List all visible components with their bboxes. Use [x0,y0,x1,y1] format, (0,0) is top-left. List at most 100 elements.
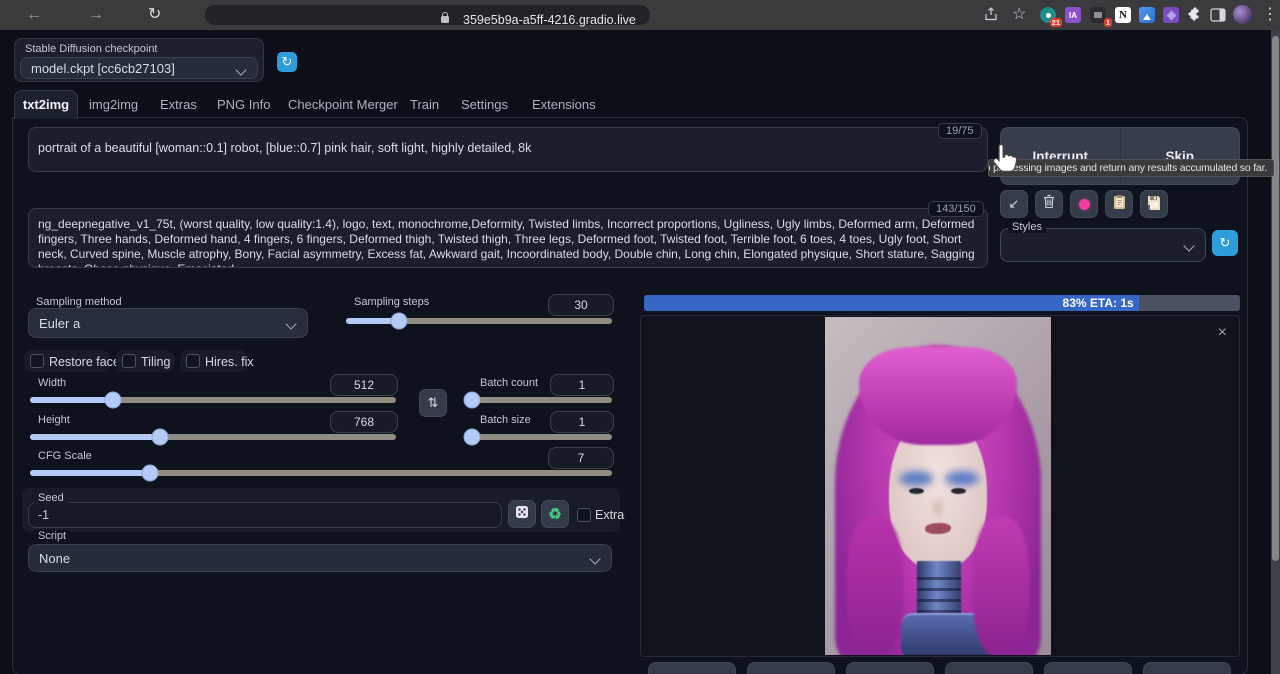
output-action-button-3[interactable] [846,662,934,674]
height-slider[interactable] [30,434,396,440]
tab-png-info[interactable]: PNG Info [217,97,270,112]
share-icon[interactable] [983,6,999,29]
width-slider[interactable] [30,397,396,403]
random-seed-button[interactable] [508,500,536,528]
reuse-seed-button[interactable]: ♻ [541,500,569,528]
interrupt-tooltip: Stop processing images and return any re… [988,159,1274,177]
reload-icon[interactable]: ↻ [148,4,161,26]
slider-handle[interactable] [463,392,480,409]
chevron-down-icon [589,554,600,565]
chevron-down-icon [235,64,246,75]
clear-prompt-button[interactable] [1035,190,1063,218]
sampling-steps-slider[interactable] [346,318,612,324]
arrow-down-left-icon: ↙ [1009,196,1020,212]
swap-dimensions-button[interactable]: ⇅ [419,389,447,417]
dice-icon [515,505,529,524]
styles-refresh-button[interactable]: ↻ [1212,230,1238,256]
forward-icon[interactable]: → [88,4,104,26]
restore-faces-checkbox[interactable] [30,354,44,368]
sidebar-toggle-icon[interactable] [1210,7,1226,29]
output-action-button-2[interactable] [747,662,835,674]
pin-badge: 21 [1050,18,1062,27]
batch-size-slider[interactable] [466,434,612,440]
nose-shading [933,500,943,516]
tab-img2img[interactable]: img2img [89,97,138,112]
url-text[interactable]: 359e5b9a-a5ff-4216.gradio.live [463,13,636,27]
output-action-button-4[interactable] [945,662,1033,674]
tab-train[interactable]: Train [410,97,439,112]
scrollbar-thumb[interactable] [1272,36,1279,561]
negative-prompt-text: ng_deepnegative_v1_75t, (worst quality, … [29,209,987,268]
output-action-button-6[interactable] [1143,662,1231,674]
width-value[interactable]: 512 [330,374,398,396]
output-action-button-5[interactable] [1044,662,1132,674]
extra-networks-button[interactable] [1070,190,1098,218]
hair-strand-right [973,517,1029,655]
address-bar[interactable]: 359e5b9a-a5ff-4216.gradio.live [205,5,650,25]
profile-avatar[interactable] [1233,5,1252,24]
tab-extras[interactable]: Extras [160,97,197,112]
page-scrollbar[interactable] [1271,30,1280,674]
back-icon[interactable]: ← [26,4,42,26]
hires-fix-label: Hires. fix [205,355,254,369]
slider-handle[interactable] [151,429,168,446]
sampling-steps-value[interactable]: 30 [548,294,614,316]
sampling-steps-label: Sampling steps [350,296,433,308]
negative-prompt-input[interactable]: ng_deepnegative_v1_75t, (worst quality, … [28,208,988,268]
prompt-input[interactable]: portrait of a beautiful [woman::0.1] rob… [28,127,988,172]
pin-extension-icon[interactable]: 21 [1040,7,1056,23]
cfg-scale-slider[interactable] [30,470,612,476]
tab-settings[interactable]: Settings [461,97,508,112]
seed-value: -1 [29,503,501,527]
cfg-scale-value[interactable]: 7 [548,447,614,469]
floppy-disk-icon [1146,194,1162,215]
styles-label: Styles [1008,221,1046,233]
slider-handle[interactable] [104,392,121,409]
paste-generation-params-button[interactable]: ↙ [1000,190,1028,218]
tab-txt2img[interactable]: txt2img [14,90,78,119]
extra-seed-checkbox[interactable] [577,508,591,522]
generated-image[interactable] [825,317,1051,655]
prompt-text: portrait of a beautiful [woman::0.1] rob… [29,128,987,155]
slider-handle[interactable] [142,465,159,482]
height-value[interactable]: 768 [330,411,398,433]
notion-extension-icon[interactable]: N [1115,7,1131,23]
ia-extension-icon[interactable]: IA [1065,7,1081,23]
hires-fix-checkbox[interactable] [186,354,200,368]
office-extension-icon[interactable] [1163,7,1179,23]
close-preview-icon[interactable]: × [1218,326,1227,340]
checkpoint-select[interactable]: model.ckpt [cc6cb27103] [20,57,258,79]
hair-strand-left [847,517,903,655]
photos-extension-icon[interactable] [1139,7,1155,23]
batch-count-slider[interactable] [466,397,612,403]
styles-select[interactable] [1000,228,1206,262]
extra-seed-label: Extra [595,508,624,522]
sampling-method-select[interactable]: Euler a [28,308,308,338]
checkpoint-refresh-button[interactable]: ↻ [277,52,297,72]
progress-bar: 83% ETA: 1s [644,295,1240,311]
apply-styles-button[interactable] [1105,190,1133,218]
script-select[interactable]: None [28,544,612,572]
batch-count-value[interactable]: 1 [550,374,614,396]
seed-input[interactable]: -1 [28,502,502,528]
cfg-scale-label: CFG Scale [34,450,96,462]
tab-extensions[interactable]: Extensions [532,97,596,112]
chat-extension-icon[interactable]: 1 [1090,7,1106,23]
save-style-button[interactable] [1140,190,1168,218]
eye-left [909,488,924,494]
bangs [859,347,1017,445]
prompt-token-counter: 19/75 [938,123,982,139]
batch-size-value[interactable]: 1 [550,411,614,433]
script-value: None [39,551,70,566]
extensions-puzzle-icon[interactable] [1186,6,1202,29]
bookmark-star-icon[interactable]: ☆ [1012,4,1026,26]
browser-menu-icon[interactable]: ⋮ [1262,4,1278,26]
slider-handle[interactable] [391,313,408,330]
output-action-button-1[interactable] [648,662,736,674]
progress-label: 83% ETA: 1s [1063,296,1139,310]
tiling-checkbox[interactable] [122,354,136,368]
tooltip-text: Stop processing images and return any re… [988,162,1267,174]
browser-toolbar: ← → ↻ 359e5b9a-a5ff-4216.gradio.live ☆ 2… [0,0,1280,30]
slider-handle[interactable] [463,429,480,446]
tab-checkpoint-merger[interactable]: Checkpoint Merger [288,97,398,112]
